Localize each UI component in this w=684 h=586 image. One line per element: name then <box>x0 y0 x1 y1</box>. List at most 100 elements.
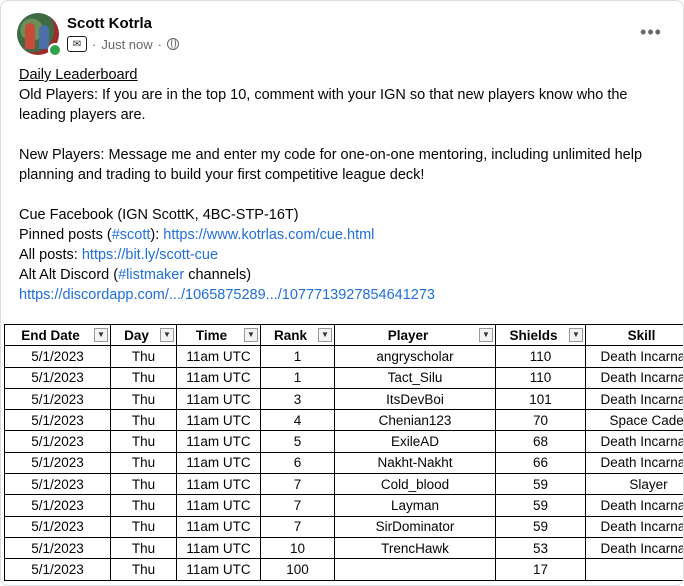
pinned-mid: ): <box>150 227 164 243</box>
cell-shields: 66 <box>495 451 586 475</box>
filter-active-icon[interactable]: ▼ <box>160 328 174 342</box>
avatar-figure <box>39 25 49 49</box>
post-heading: Daily Leaderboard <box>19 67 138 83</box>
cell-day: Thu <box>110 536 177 560</box>
new-players-text: New Players: Message me and enter my cod… <box>19 147 643 183</box>
discord-link-line: https://discordapp.com/.../1065875289...… <box>19 285 669 305</box>
dropdown-arrow-icon[interactable]: ▼ <box>244 328 258 342</box>
table-row: 5/1/2023 Thu 11am UTC 10 TrencHawk 53 Death In… <box>4 536 683 560</box>
column-header-day: Day ▼ <box>110 323 177 347</box>
cell-time: 11am UTC <box>176 473 261 496</box>
hashtag-scott-link[interactable]: #scott <box>112 227 151 243</box>
cell-skill <box>585 558 683 581</box>
cell-rank: 100 <box>260 558 335 581</box>
cell-skill: Death Incarnate <box>585 536 683 560</box>
table-body: 5/1/2023 Thu 11am UTC 1 angryscholar 110 Death… <box>4 345 683 581</box>
cell-skill: Death Incarnate <box>585 451 683 475</box>
cell-time: 11am UTC <box>176 387 261 411</box>
column-header-time: Time ▼ <box>176 323 261 347</box>
discord-link[interactable]: https://discordapp.com/.../1065875289...… <box>19 287 435 303</box>
cell-player: TrencHawk <box>334 536 496 560</box>
column-header-rank: Rank ▼ <box>260 323 335 347</box>
cell-time: 11am UTC <box>176 366 261 389</box>
cell-time: 11am UTC <box>176 430 261 453</box>
table-row: 5/1/2023 Thu 11am UTC 1 Tact_Silu 110 Death In… <box>4 366 683 389</box>
kotrlas-link[interactable]: https://www.kotrlas.com/cue.html <box>163 227 374 243</box>
hashtag-listmaker-link[interactable]: #listmaker <box>118 267 184 283</box>
cell-player: Tact_Silu <box>334 366 496 389</box>
cell-player: ItsDevBoi <box>334 387 496 411</box>
header-label: Time <box>195 327 228 343</box>
cell-rank: 6 <box>260 451 335 475</box>
table-header-row: End Date ▼ Day ▼ Time ▼ Rank ▼ Player ▼ Shiel… <box>4 323 683 347</box>
cell-shields: 59 <box>495 473 586 496</box>
cell-time: 11am UTC <box>176 536 261 560</box>
cell-skill: Death Incarnate <box>585 494 683 517</box>
cell-time: 11am UTC <box>176 451 261 475</box>
cell-shields: 59 <box>495 515 586 538</box>
cell-shields: 59 <box>495 494 586 517</box>
cell-player: angryscholar <box>334 345 496 368</box>
cell-day: Thu <box>110 430 177 453</box>
cell-rank: 1 <box>260 345 335 368</box>
filter-active-icon[interactable]: ▼ <box>94 328 108 342</box>
cell-rank: 7 <box>260 473 335 496</box>
old-players-text: Old Players: If you are in the top 10, c… <box>19 87 628 123</box>
header-label: Player <box>387 327 429 343</box>
cell-shields: 110 <box>495 345 586 368</box>
column-header-skill: Skill▼ <box>585 323 683 347</box>
alt-prefix: Alt Alt Discord ( <box>19 267 119 283</box>
post-header: Scott Kotrla ✉ · Just now · ••• <box>17 13 667 61</box>
cell-day: Thu <box>110 515 177 538</box>
table-row: 5/1/2023 Thu 11am UTC 7 Layman 59 Death Incarn… <box>4 494 683 517</box>
cell-player: Nakht-Nakht <box>334 451 496 475</box>
leaderboard-image[interactable]: End Date ▼ Day ▼ Time ▼ Rank ▼ Player ▼ Shiel… <box>4 323 683 582</box>
cell-skill: Slayer <box>585 473 683 496</box>
author-name[interactable]: Scott Kotrla <box>67 15 152 32</box>
meta-separator: · <box>157 36 162 52</box>
post-timestamp[interactable]: Just now <box>101 37 152 52</box>
cell-day: Thu <box>110 366 177 389</box>
header-label: End Date <box>21 327 80 343</box>
cell-end-date: 5/1/2023 <box>4 558 111 581</box>
dropdown-arrow-icon[interactable]: ▼ <box>569 328 583 342</box>
cell-end-date: 5/1/2023 <box>4 430 111 453</box>
cell-day: Thu <box>110 409 177 432</box>
post-meta: ✉ · Just now · <box>67 36 179 52</box>
cell-shields: 68 <box>495 430 586 453</box>
cell-time: 11am UTC <box>176 409 261 432</box>
cell-rank: 4 <box>260 409 335 432</box>
cell-player: ExileAD <box>334 430 496 453</box>
cell-end-date: 5/1/2023 <box>4 409 111 432</box>
cell-end-date: 5/1/2023 <box>4 515 111 538</box>
more-options-button[interactable]: ••• <box>639 23 663 47</box>
cell-day: Thu <box>110 558 177 581</box>
cell-shields: 53 <box>495 536 586 560</box>
header-label: Skill <box>627 327 656 343</box>
cell-skill: Death Incarnate <box>585 515 683 538</box>
cue-facebook-text: Cue Facebook (IGN ScottK, 4BC-STP-16T) <box>19 207 299 223</box>
cell-end-date: 5/1/2023 <box>4 345 111 368</box>
cell-rank: 3 <box>260 387 335 411</box>
avatar-figure <box>25 23 35 49</box>
cell-day: Thu <box>110 387 177 411</box>
table-row: 5/1/2023 Thu 11am UTC 5 ExileAD 68 Death Incar… <box>4 430 683 453</box>
post-body: Daily Leaderboard Old Players: If you ar… <box>19 65 669 305</box>
bitly-link[interactable]: https://bit.ly/scott-cue <box>82 247 218 263</box>
dropdown-arrow-icon[interactable]: ▼ <box>479 328 493 342</box>
cell-skill: Space Cadet <box>585 409 683 432</box>
cell-skill: Death Incarnate <box>585 430 683 453</box>
header-label: Rank <box>273 327 307 343</box>
all-prefix: All posts: <box>19 247 82 263</box>
dropdown-arrow-icon[interactable]: ▼ <box>318 328 332 342</box>
cell-player: SirDominator <box>334 515 496 538</box>
table-row: 5/1/2023 Thu 11am UTC 100 17 <box>4 558 683 581</box>
header-label: Shields <box>509 327 558 343</box>
cell-player: Layman <box>334 494 496 517</box>
cell-shields: 101 <box>495 387 586 411</box>
cell-player: Cold_blood <box>334 473 496 496</box>
cell-player <box>334 558 496 581</box>
cell-end-date: 5/1/2023 <box>4 494 111 517</box>
cell-rank: 5 <box>260 430 335 453</box>
cell-rank: 7 <box>260 515 335 538</box>
